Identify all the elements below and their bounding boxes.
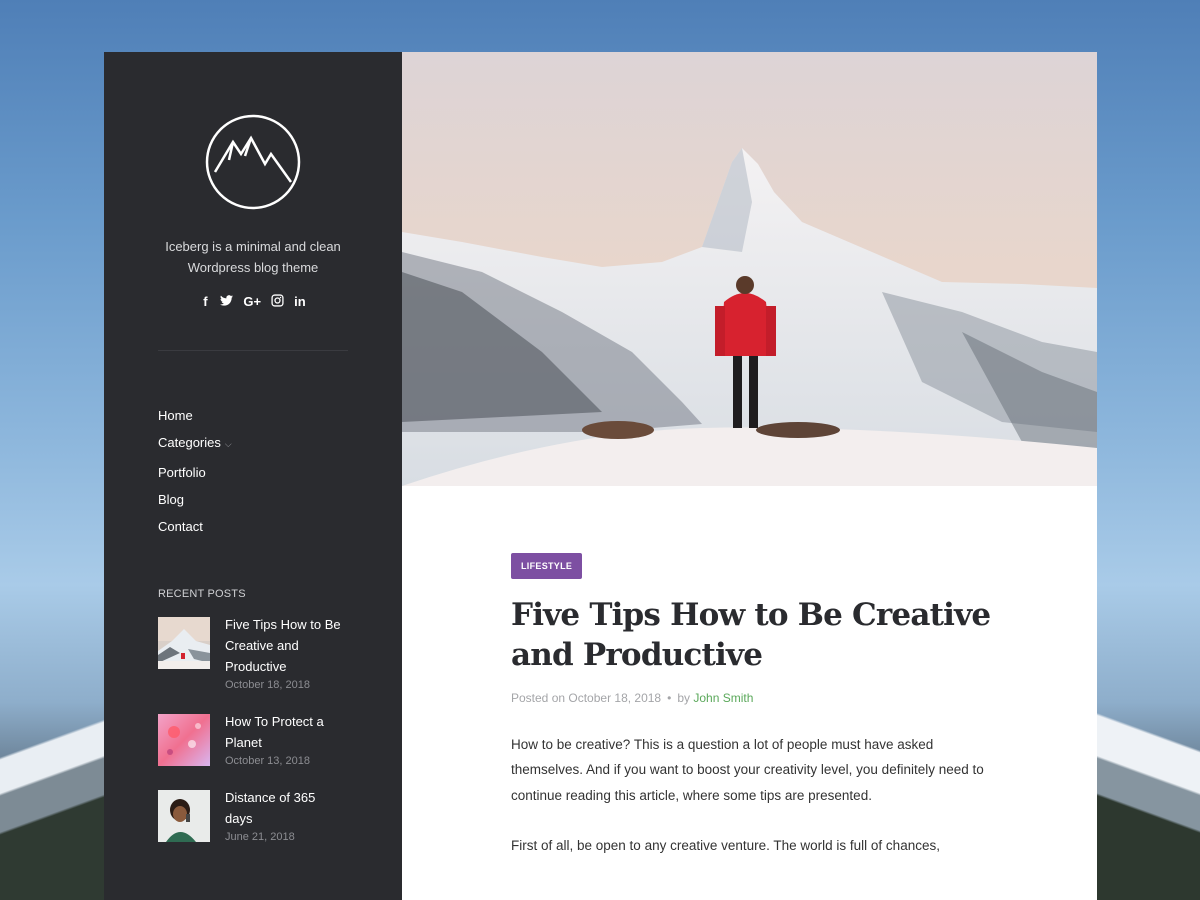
- recent-post-title-line: Planet: [225, 735, 262, 751]
- by-label: by: [677, 691, 690, 705]
- recent-post-title-line: Productive: [225, 659, 287, 675]
- nav-item-blog[interactable]: Blog: [158, 486, 348, 513]
- article-title-line: Five Tips How to Be Creative: [511, 597, 991, 633]
- google-plus-icon[interactable]: G+: [243, 294, 261, 310]
- background-mountain-left: [0, 660, 104, 900]
- recent-post-title-line: How To Protect a: [225, 714, 324, 730]
- recent-post-date: June 21, 2018: [225, 831, 295, 844]
- chevron-down-icon: ⌵: [224, 439, 232, 450]
- recent-post-date: October 13, 2018: [225, 755, 311, 768]
- article-paragraph: First of all, be open to any creative ve…: [511, 838, 940, 854]
- recent-post-meta: Distance of 365 days June 21, 2018: [225, 787, 315, 843]
- article-body: How to be creative? This is a question a…: [511, 732, 992, 859]
- sidebar: Iceberg is a minimal and clean Wordpress…: [104, 52, 402, 900]
- nav-item-categories-label: Categories: [158, 435, 221, 451]
- bottom-fade: [402, 886, 1097, 900]
- recent-post-title-line: days: [225, 811, 253, 827]
- nav-item-portfolio[interactable]: Portfolio: [158, 459, 348, 486]
- recent-post-title-line: Five Tips How to Be: [225, 617, 341, 633]
- recent-post-thumbnail[interactable]: [158, 790, 210, 843]
- recent-post-meta: Five Tips How to Be Creative and Product…: [225, 614, 341, 691]
- recent-post-meta: How To Protect a Planet October 13, 2018: [225, 711, 324, 767]
- recent-post-item[interactable]: Distance of 365 days June 21, 2018: [158, 787, 348, 843]
- post-date: Posted on October 18, 2018: [511, 691, 662, 705]
- nav-item-categories[interactable]: Categories ⌵: [158, 429, 348, 458]
- main-content: LIFESTYLE Five Tips How to Be Creative a…: [402, 52, 1097, 900]
- recent-post-title-line: Creative and: [225, 638, 299, 654]
- recent-post-title[interactable]: How To Protect a Planet: [225, 711, 324, 753]
- mountain-logo-icon[interactable]: [205, 114, 301, 210]
- social-links: f G+ in: [158, 294, 348, 310]
- recent-post-title[interactable]: Distance of 365 days: [225, 787, 315, 829]
- twitter-icon[interactable]: [220, 294, 234, 310]
- byline-separator: •: [667, 691, 672, 705]
- facebook-icon[interactable]: f: [200, 294, 210, 310]
- tagline-line-2: Wordpress blog theme: [187, 260, 319, 275]
- recent-post-title[interactable]: Five Tips How to Be Creative and Product…: [225, 614, 341, 677]
- background-mountain-right: [1097, 670, 1200, 900]
- site-tagline: Iceberg is a minimal and clean Wordpress…: [158, 236, 348, 278]
- recent-post-item[interactable]: Five Tips How to Be Creative and Product…: [158, 614, 348, 691]
- recent-posts-heading: RECENT POSTS: [158, 588, 246, 601]
- article-title-line: and Productive: [511, 637, 763, 673]
- nav-item-contact[interactable]: Contact: [158, 513, 348, 540]
- recent-post-item[interactable]: How To Protect a Planet October 13, 2018: [158, 711, 348, 767]
- recent-post-title-line: Distance of 365: [225, 790, 316, 806]
- article-title[interactable]: Five Tips How to Be Creative and Product…: [511, 595, 992, 675]
- article: LIFESTYLE Five Tips How to Be Creative a…: [402, 486, 992, 859]
- article-paragraph: How to be creative? This is a question a…: [511, 737, 984, 803]
- tagline-line-1: Iceberg is a minimal and clean: [165, 239, 341, 254]
- main-nav: Home Categories ⌵ Portfolio Blog Contact: [158, 402, 348, 540]
- featured-image: [402, 52, 1097, 486]
- instagram-icon[interactable]: [271, 294, 284, 310]
- linkedin-icon[interactable]: in: [294, 294, 306, 310]
- category-badge[interactable]: LIFESTYLE: [511, 553, 583, 579]
- article-byline: Posted on October 18, 2018 • by John Smith: [511, 691, 992, 705]
- nav-item-home[interactable]: Home: [158, 402, 348, 429]
- site-frame: Iceberg is a minimal and clean Wordpress…: [104, 52, 1097, 900]
- recent-post-thumbnail[interactable]: [158, 714, 210, 767]
- recent-post-date: October 18, 2018: [225, 679, 311, 692]
- sidebar-divider: [158, 350, 348, 351]
- recent-post-thumbnail[interactable]: [158, 617, 210, 670]
- author-link[interactable]: John Smith: [693, 691, 753, 705]
